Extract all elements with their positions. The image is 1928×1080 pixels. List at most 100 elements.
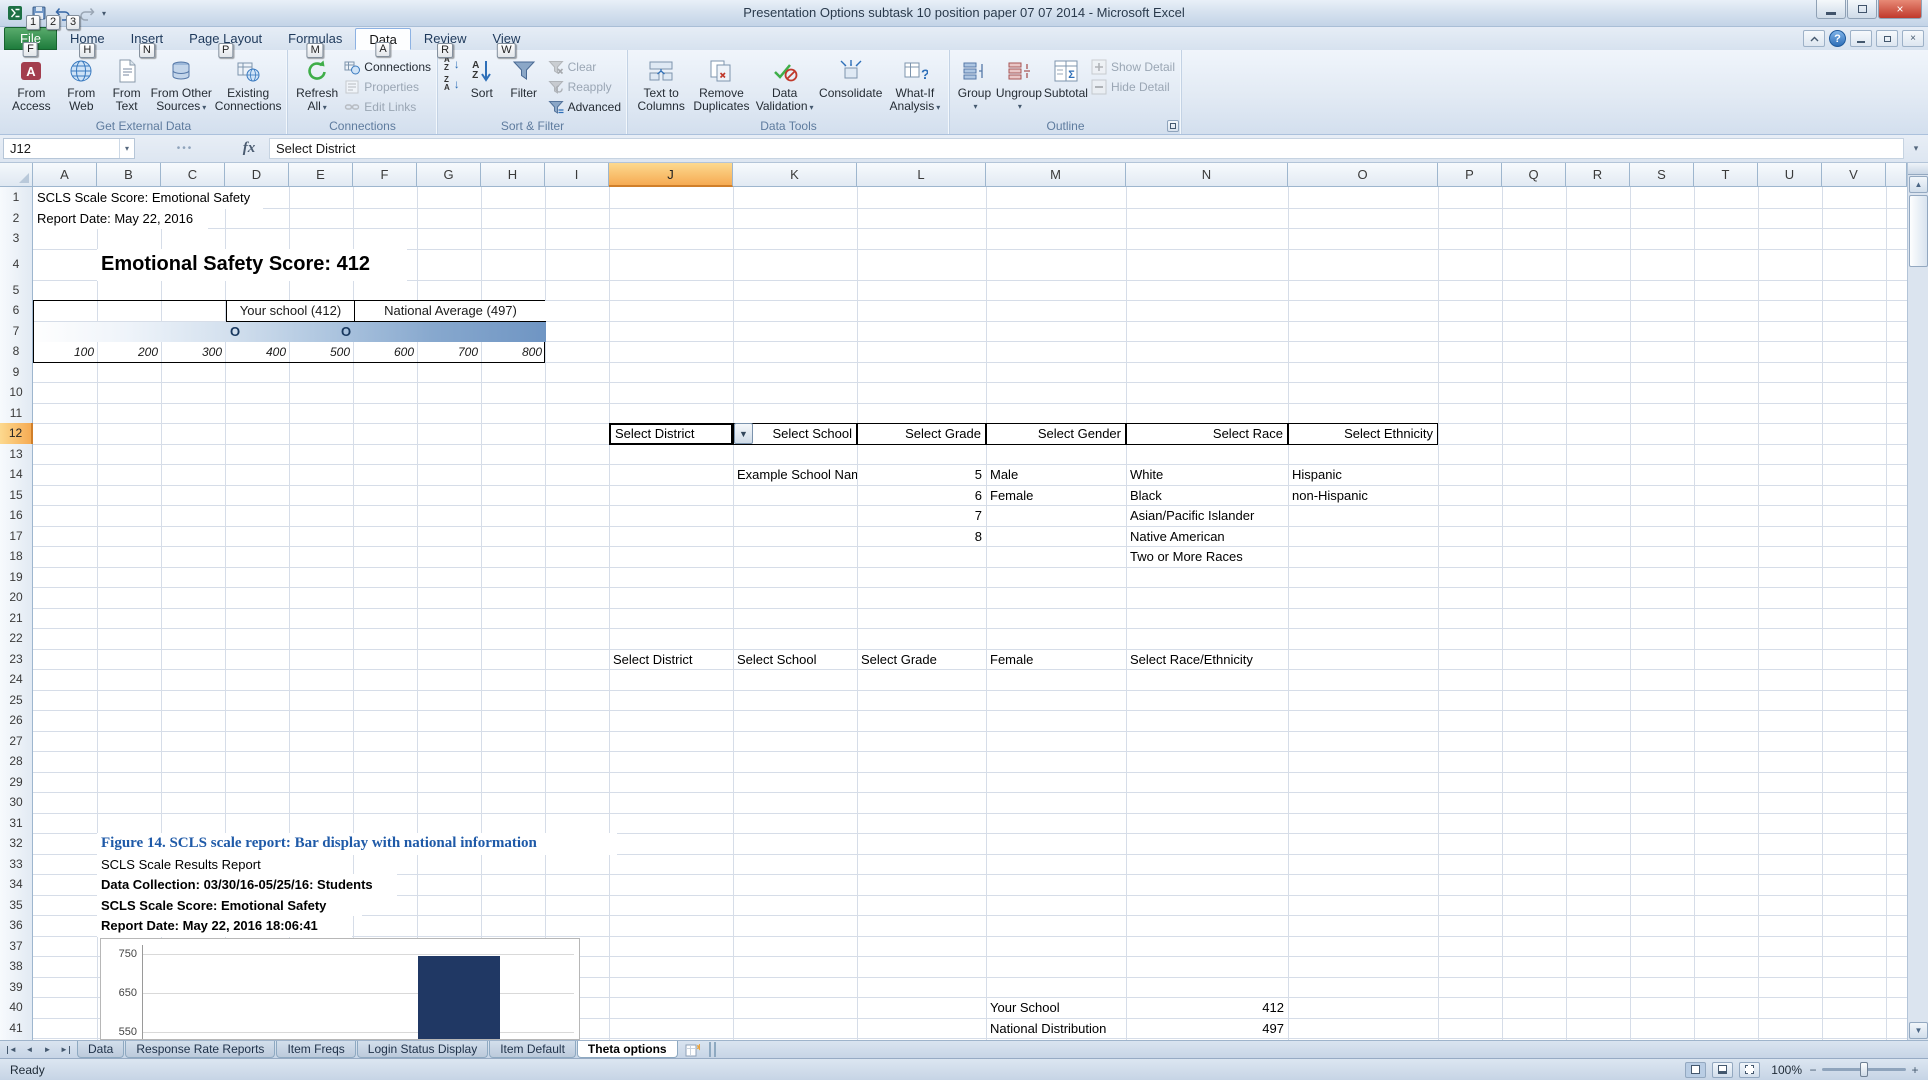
row-header-19[interactable]: 19 [0,567,33,589]
cell-O12[interactable]: Select Ethnicity [1288,423,1438,445]
cell-N14[interactable]: White [1126,464,1288,486]
row-header-5[interactable]: 5 [0,280,33,302]
reapply-filter-button[interactable]: Reapply [548,78,621,95]
zoom-slider-track[interactable] [1822,1068,1906,1071]
column-header-D[interactable]: D [225,163,289,187]
from-web-button[interactable]: From Web [60,54,103,113]
page-break-view-button[interactable] [1739,1062,1760,1078]
cell-O14[interactable]: Hispanic [1288,464,1438,486]
text-to-columns-button[interactable]: Text to Columns [633,54,689,113]
cell-N16[interactable]: Asian/Pacific Islander [1126,505,1288,527]
row-header-13[interactable]: 13 [0,444,33,466]
column-header-F[interactable]: F [353,163,417,187]
cell-J23[interactable]: Select District [609,649,733,671]
cell-M23[interactable]: Female [986,649,1126,671]
scroll-down-button[interactable]: ▼ [1909,1022,1928,1039]
row-header-11[interactable]: 11 [0,403,33,425]
cell-M14[interactable]: Male [986,464,1126,486]
embedded-bar-chart[interactable]: 750 650 550 [100,938,580,1040]
cell-L15[interactable]: 6 [857,485,986,507]
cell-N23[interactable]: Select Race/Ethnicity [1126,649,1288,671]
row-header-12[interactable]: 12 [0,423,33,445]
from-access-button[interactable]: A From Access [5,54,58,113]
row-header-41[interactable]: 41 [0,1018,33,1040]
name-box[interactable]: J12 ▾ [3,138,135,159]
cell-K14[interactable]: Example School Name [733,464,857,486]
tab-insert[interactable]: Insert N [118,28,177,50]
edit-links-button[interactable]: Edit Links [344,98,431,115]
row-header-40[interactable]: 40 [0,997,33,1019]
tab-page-layout[interactable]: Page Layout P [176,28,275,50]
column-header-S[interactable]: S [1630,163,1694,187]
cell-B4[interactable]: Emotional Safety Score: 412 [97,249,407,281]
column-header-H[interactable]: H [481,163,545,187]
cell-N40[interactable]: 412 [1126,997,1288,1019]
column-header-C[interactable]: C [161,163,225,187]
row-header-35[interactable]: 35 [0,895,33,917]
name-box-dropdown-icon[interactable]: ▾ [119,139,134,158]
help-button[interactable]: ? [1829,30,1846,47]
restore-window-button[interactable] [1847,0,1877,19]
row-header-26[interactable]: 26 [0,710,33,732]
scroll-up-button[interactable]: ▲ [1909,176,1928,193]
column-header-A[interactable]: A [33,163,97,187]
row-header-37[interactable]: 37 [0,936,33,958]
cell-N41[interactable]: 497 [1126,1018,1288,1040]
zoom-in-button[interactable]: + [1910,1063,1920,1077]
cell-B36[interactable]: Report Date: May 22, 2016 18:06:41 [97,915,352,937]
row-header-24[interactable]: 24 [0,669,33,691]
row-header-15[interactable]: 15 [0,485,33,507]
show-detail-button[interactable]: Show Detail [1091,58,1175,75]
sheet-tab-theta-options[interactable]: Theta options [577,1041,678,1058]
column-header-U[interactable]: U [1758,163,1822,187]
column-header-O[interactable]: O [1288,163,1438,187]
zoom-slider[interactable]: − + [1808,1063,1920,1077]
expand-formula-bar-icon[interactable]: ▾ [1908,143,1924,154]
cell-J12[interactable]: Select District [609,423,733,445]
row-header-1[interactable]: 1 [0,187,33,209]
sheet-tab-response-rate-reports[interactable]: Response Rate Reports [125,1041,275,1058]
refresh-all-button[interactable]: Refresh All▾ [293,54,341,114]
zoom-out-button[interactable]: − [1808,1063,1818,1077]
row-header-42[interactable]: 42 [0,1038,33,1040]
row-header-31[interactable]: 31 [0,813,33,835]
vertical-split-handle[interactable] [1908,163,1928,175]
workbook-restore-button[interactable] [1876,30,1898,47]
minimize-ribbon-button[interactable] [1803,30,1825,47]
from-other-sources-button[interactable]: From Other Sources▾ [150,54,212,114]
sheet-tab-login-status-display[interactable]: Login Status Display [357,1041,488,1058]
vertical-scrollbar[interactable]: ▲ ▼ [1907,163,1928,1040]
cell-M41[interactable]: National Distribution [986,1018,1126,1040]
cell-L16[interactable]: 7 [857,505,986,527]
workbook-close-button[interactable]: × [1902,30,1924,47]
formula-input[interactable]: Select District [269,138,1904,159]
cell-M40[interactable]: Your School [986,997,1126,1019]
row-header-7[interactable]: 7 [0,321,33,343]
sort-z-to-a-button[interactable]: ZA↓ [444,75,460,92]
row-header-4[interactable]: 4 [0,249,33,281]
cell-L17[interactable]: 8 [857,526,986,548]
column-header-T[interactable]: T [1694,163,1758,187]
row-header-34[interactable]: 34 [0,874,33,896]
cell-dropdown-button[interactable]: ▼ [734,423,753,444]
workbook-minimize-button[interactable] [1850,30,1872,47]
row-header-27[interactable]: 27 [0,731,33,753]
sheet-tab-item-default[interactable]: Item Default [489,1041,576,1058]
tab-data[interactable]: Data A [355,28,410,50]
cell-O15[interactable]: non-Hispanic [1288,485,1438,507]
column-header-K[interactable]: K [733,163,857,187]
row-header-16[interactable]: 16 [0,505,33,527]
sheet-tab-item-freqs[interactable]: Item Freqs [276,1041,355,1058]
minimize-window-button[interactable] [1816,0,1846,19]
row-header-18[interactable]: 18 [0,546,33,568]
data-validation-button[interactable]: Data Validation▾ [754,54,816,114]
column-header-R[interactable]: R [1566,163,1630,187]
row-header-10[interactable]: 10 [0,382,33,404]
normal-view-button[interactable] [1685,1062,1706,1078]
row-header-2[interactable]: 2 [0,208,33,230]
cell-K23[interactable]: Select School [733,649,857,671]
connections-button[interactable]: Connections [344,58,431,75]
column-header-B[interactable]: B [97,163,161,187]
outline-dialog-launcher[interactable] [1167,120,1179,132]
row-header-36[interactable]: 36 [0,915,33,937]
